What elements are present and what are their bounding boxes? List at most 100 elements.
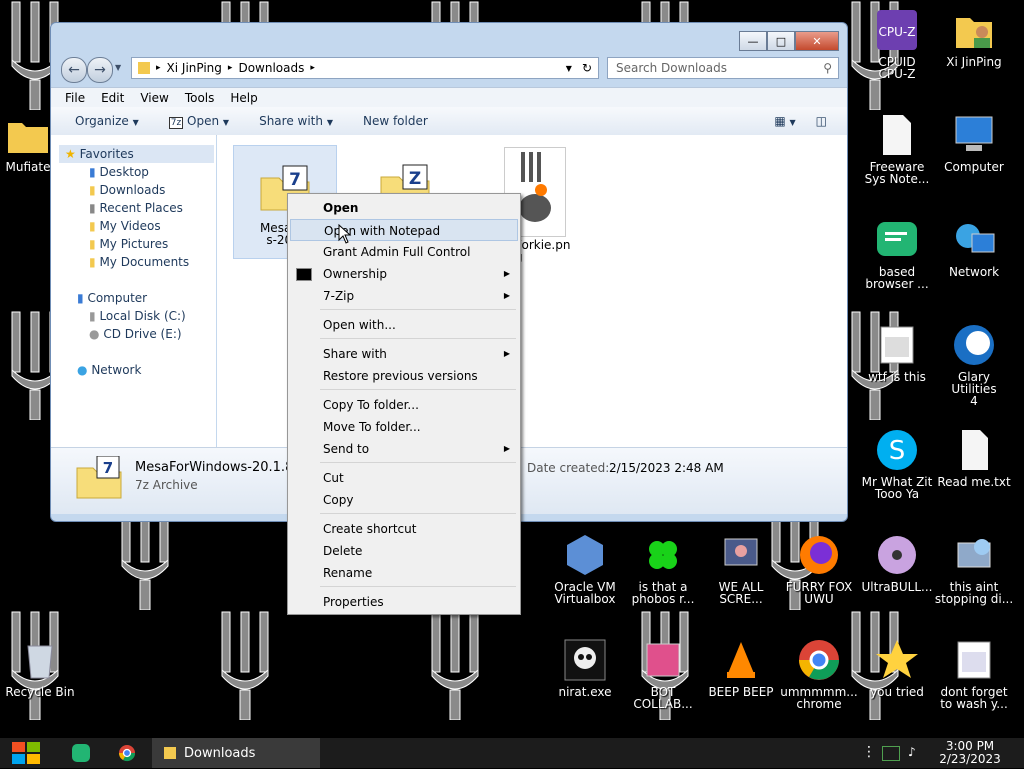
menu-item-restore-versions[interactable]: Restore previous versions [290, 365, 518, 387]
menu-item-open-with-notepad[interactable]: Open with Notepad [290, 219, 518, 241]
chrome-icon [797, 638, 841, 682]
folder-icon [6, 113, 50, 157]
desktop-icon-nirat[interactable]: nirat.exe [545, 638, 625, 698]
desktop-icon-scream[interactable]: WE ALL SCRE... [701, 533, 781, 605]
nav-downloads[interactable]: ▮ Downloads [89, 183, 165, 197]
desktop-icon-computer[interactable]: Computer [934, 113, 1014, 173]
taskbar: Downloads ⋮ ♪ 3:00 PM 2/23/2023 [0, 738, 1024, 768]
downloads-folder-icon: ▮ [89, 183, 96, 197]
menu-edit[interactable]: Edit [101, 91, 124, 105]
nav-local-disk[interactable]: ▮ Local Disk (C:) [89, 309, 186, 323]
desktop-icon-cpuz[interactable]: CPU-Z CPUID CPU-Z [857, 8, 937, 80]
cmd-icon [296, 268, 312, 281]
disc-icon [875, 533, 919, 577]
desktop-icon-phobos[interactable]: is that a phobos r... [623, 533, 703, 605]
desktop-icon-browser[interactable]: based browser ... [857, 218, 937, 290]
nav-recent-places[interactable]: ▮ Recent Places [89, 201, 183, 215]
desktop-icon-readme[interactable]: Read me.txt [934, 428, 1014, 488]
view-options-button[interactable]: ▦ ▼ [774, 114, 795, 128]
menu-item-move-to-folder[interactable]: Move To folder... [290, 416, 518, 438]
menu-view[interactable]: View [140, 91, 168, 105]
address-bar[interactable]: ▸ Xi JinPing ▸ Downloads ▸ ▼ ↻ [131, 57, 599, 79]
taskbar-button-downloads[interactable]: Downloads [152, 738, 320, 768]
menu-item-7zip[interactable]: 7-Zip ▶ [290, 285, 518, 307]
menu-separator [320, 513, 516, 514]
nav-computer[interactable]: ▮ Computer [77, 291, 147, 305]
desktop-icon-ultrabull[interactable]: UltraBULL... [857, 533, 937, 593]
desktop-icon-beep-beep[interactable]: BEEP BEEP [701, 638, 781, 698]
desktop-icon-xi-jinping[interactable]: Xi JinPing [934, 8, 1014, 68]
virtualbox-icon [563, 533, 607, 577]
menu-item-copy[interactable]: Copy [290, 489, 518, 511]
volume-icon[interactable]: ♪ [908, 745, 916, 759]
menu-item-open-with[interactable]: Open with... [290, 314, 518, 336]
organize-button[interactable]: Organize ▼ [75, 114, 139, 128]
browser-taskbar-icon[interactable] [72, 744, 90, 762]
menu-help[interactable]: Help [230, 91, 257, 105]
close-button[interactable]: ✕ [795, 31, 839, 51]
nav-my-documents[interactable]: ▮ My Documents [89, 255, 189, 269]
desktop-icon-installer[interactable]: this aint stopping di... [934, 533, 1014, 605]
submenu-arrow-icon: ▶ [503, 269, 510, 278]
desktop-icon-dont-forget[interactable]: dont forget to wash y... [934, 638, 1014, 710]
cpuz-icon: CPU-Z [875, 8, 919, 52]
desktop-icon-skype[interactable]: S Mr What Zit Tooo Ya [857, 428, 937, 500]
menu-item-send-to[interactable]: Send to ▶ [290, 438, 518, 460]
nav-my-pictures[interactable]: ▮ My Pictures [89, 237, 168, 251]
nav-desktop[interactable]: ▮ Desktop [89, 165, 149, 179]
breadcrumb-sep-icon: ▸ [156, 63, 161, 73]
menu-tools[interactable]: Tools [185, 91, 215, 105]
refresh-icon[interactable]: ↻ [582, 61, 592, 75]
breadcrumb-xi-jinping[interactable]: Xi JinPing [167, 61, 222, 75]
menu-item-grant-admin[interactable]: Grant Admin Full Control [290, 241, 518, 263]
nav-cd-drive[interactable]: ● CD Drive (E:) [89, 327, 182, 341]
maximize-button[interactable]: □ [767, 31, 795, 51]
arrow-right-icon: → [94, 62, 106, 78]
desktop-icon-virtualbox[interactable]: Oracle VM Virtualbox [545, 533, 625, 605]
menu-item-share-with[interactable]: Share with ▶ [290, 343, 518, 365]
back-button[interactable]: ← [61, 57, 87, 83]
menu-item-cut[interactable]: Cut [290, 467, 518, 489]
7zip-small-icon: 7z [168, 116, 184, 129]
menu-item-ownership[interactable]: Ownership ▶ [290, 263, 518, 285]
desktop-icon-freeware[interactable]: Freeware Sys Note... [857, 113, 937, 185]
menu-item-create-shortcut[interactable]: Create shortcut [290, 518, 518, 540]
svg-text:S: S [889, 436, 906, 466]
menu-item-properties[interactable]: Properties [290, 591, 518, 613]
clock[interactable]: 3:00 PM 2/23/2023 [930, 740, 1010, 766]
desktop-icon-wtf[interactable]: wtf is this [857, 323, 937, 383]
new-folder-button[interactable]: New folder [363, 114, 428, 128]
desktop-icon-you-tried[interactable]: you tried [857, 638, 937, 698]
cd-icon: ● [89, 327, 100, 341]
desktop-icon-bot-collab[interactable]: BOT COLLAB... [623, 638, 703, 710]
breadcrumb-downloads[interactable]: Downloads [238, 61, 304, 75]
search-input[interactable]: Search Downloads ⚲ [607, 57, 839, 79]
start-button[interactable] [10, 740, 42, 766]
menu-item-open[interactable]: Open [290, 197, 518, 219]
nav-favorites[interactable]: ★ Favorites [65, 147, 134, 161]
recent-pages-dropdown[interactable]: ▼ [115, 63, 121, 72]
open-button[interactable]: 7z Open ▼ [168, 114, 229, 129]
search-placeholder: Search Downloads [616, 61, 727, 75]
menu-file[interactable]: File [65, 91, 85, 105]
network-status-icon[interactable] [882, 746, 900, 761]
desktop-icon-network[interactable]: Network [934, 218, 1014, 278]
address-dropdown-icon[interactable]: ▼ [566, 64, 572, 73]
svg-text:7: 7 [103, 459, 113, 477]
desktop-icon-chrome[interactable]: ummmmm... chrome [779, 638, 859, 710]
menu-item-copy-to-folder[interactable]: Copy To folder... [290, 394, 518, 416]
menu-item-delete[interactable]: Delete [290, 540, 518, 562]
chrome-taskbar-icon[interactable] [118, 744, 136, 762]
forward-button[interactable]: → [87, 57, 113, 83]
preview-pane-button[interactable]: ◫ [816, 114, 827, 128]
search-icon: ⚲ [823, 61, 832, 75]
share-with-button[interactable]: Share with ▼ [259, 114, 333, 128]
overflow-icon[interactable]: ⋮ [862, 744, 876, 760]
menu-item-rename[interactable]: Rename [290, 562, 518, 584]
minimize-button[interactable]: — [739, 31, 767, 51]
desktop-icon-recycle-bin[interactable]: Recycle Bin [0, 638, 80, 698]
nav-network[interactable]: ● Network [77, 363, 141, 377]
nav-my-videos[interactable]: ▮ My Videos [89, 219, 161, 233]
desktop-icon-glary[interactable]: Glary Utilities 4 [934, 323, 1014, 407]
desktop-icon-firefox[interactable]: FURRY FOX UWU [779, 533, 859, 605]
